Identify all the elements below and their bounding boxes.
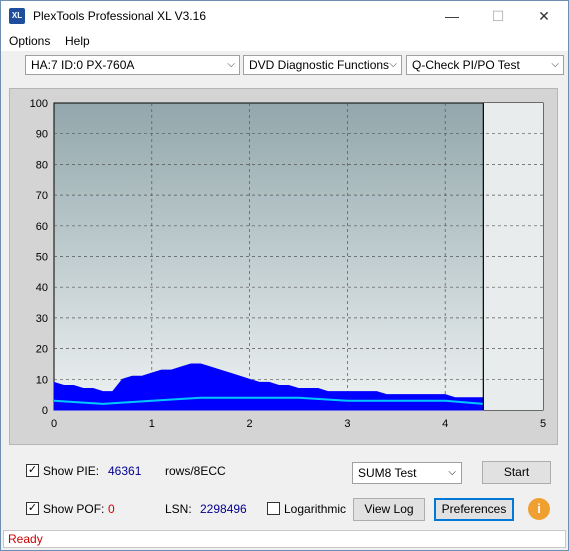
lsn-label: LSN: xyxy=(165,502,192,516)
app-window: XL PlexTools Professional XL V3.16 — ☐ ✕… xyxy=(0,0,569,551)
show-pie-checkbox[interactable]: ✓ xyxy=(26,464,39,477)
y-tick-label: 60 xyxy=(36,221,48,233)
chevron-down-icon: ⌵ xyxy=(448,467,456,478)
y-tick-label: 90 xyxy=(36,129,48,141)
sum-test-select[interactable]: SUM8 Test ⌵ xyxy=(352,462,462,484)
x-tick-label: 4 xyxy=(442,418,448,430)
logarithmic-label: Logarithmic xyxy=(284,502,347,516)
function-select[interactable]: DVD Diagnostic Functions ⌵ xyxy=(243,55,402,75)
y-tick-label: 0 xyxy=(42,405,48,417)
sum-test-value: SUM8 Test xyxy=(358,466,417,480)
y-tick-label: 80 xyxy=(36,159,48,171)
show-pie-label: Show PIE: xyxy=(43,464,100,478)
pie-value: 46361 xyxy=(108,464,142,478)
menu-options[interactable]: Options xyxy=(9,34,50,48)
menu-bar: Options Help xyxy=(1,31,568,51)
close-button[interactable]: ✕ xyxy=(521,1,567,31)
chevron-down-icon: ⌵ xyxy=(227,59,235,70)
y-tick-label: 50 xyxy=(36,252,48,264)
y-tick-label: 40 xyxy=(36,282,48,294)
function-select-value: DVD Diagnostic Functions xyxy=(249,58,390,72)
y-tick-label: 70 xyxy=(36,190,48,202)
app-icon: XL xyxy=(9,8,25,24)
y-tick-label: 100 xyxy=(30,98,48,110)
start-button[interactable]: Start xyxy=(482,461,551,484)
drive-select[interactable]: HA:7 ID:0 PX-760A ⌵ xyxy=(25,55,240,75)
info-icon[interactable]: i xyxy=(528,498,550,520)
status-bar: Ready xyxy=(3,530,566,548)
drive-select-value: HA:7 ID:0 PX-760A xyxy=(31,58,135,72)
x-tick-label: 2 xyxy=(247,418,253,430)
x-tick-label: 3 xyxy=(344,418,350,430)
pof-value: 0 xyxy=(108,502,115,516)
logarithmic-checkbox[interactable] xyxy=(267,502,280,515)
test-select[interactable]: Q-Check PI/PO Test ⌵ xyxy=(406,55,564,75)
window-title: PlexTools Professional XL V3.16 xyxy=(33,9,206,23)
x-tick-label: 0 xyxy=(51,418,57,430)
title-bar: XL PlexTools Professional XL V3.16 — ☐ ✕ xyxy=(1,1,568,31)
x-tick-label: 1 xyxy=(149,418,155,430)
menu-help[interactable]: Help xyxy=(65,34,90,48)
view-log-button[interactable]: View Log xyxy=(353,498,425,521)
y-tick-label: 10 xyxy=(36,374,48,386)
lsn-value: 2298496 xyxy=(200,502,247,516)
chart-panel: 0 10 20 30 40 50 60 70 80 90 100 0 1 2 3 4 5 xyxy=(9,88,558,445)
test-select-value: Q-Check PI/PO Test xyxy=(412,58,520,72)
x-tick-label: 5 xyxy=(540,418,546,430)
minimize-button[interactable]: — xyxy=(429,1,475,31)
maximize-button[interactable]: ☐ xyxy=(475,1,521,31)
preferences-button[interactable]: Preferences xyxy=(434,498,514,521)
show-pof-checkbox[interactable]: ✓ xyxy=(26,502,39,515)
pie-chart: 0 10 20 30 40 50 60 70 80 90 100 0 1 2 3 4 5 xyxy=(30,98,546,430)
y-tick-label: 30 xyxy=(36,313,48,325)
chevron-down-icon: ⌵ xyxy=(551,59,559,70)
chevron-down-icon: ⌵ xyxy=(389,59,397,70)
rows-label: rows/8ECC xyxy=(165,464,226,478)
y-tick-label: 20 xyxy=(36,344,48,356)
status-text: Ready xyxy=(8,532,43,546)
show-pof-label: Show POF: xyxy=(43,502,105,516)
